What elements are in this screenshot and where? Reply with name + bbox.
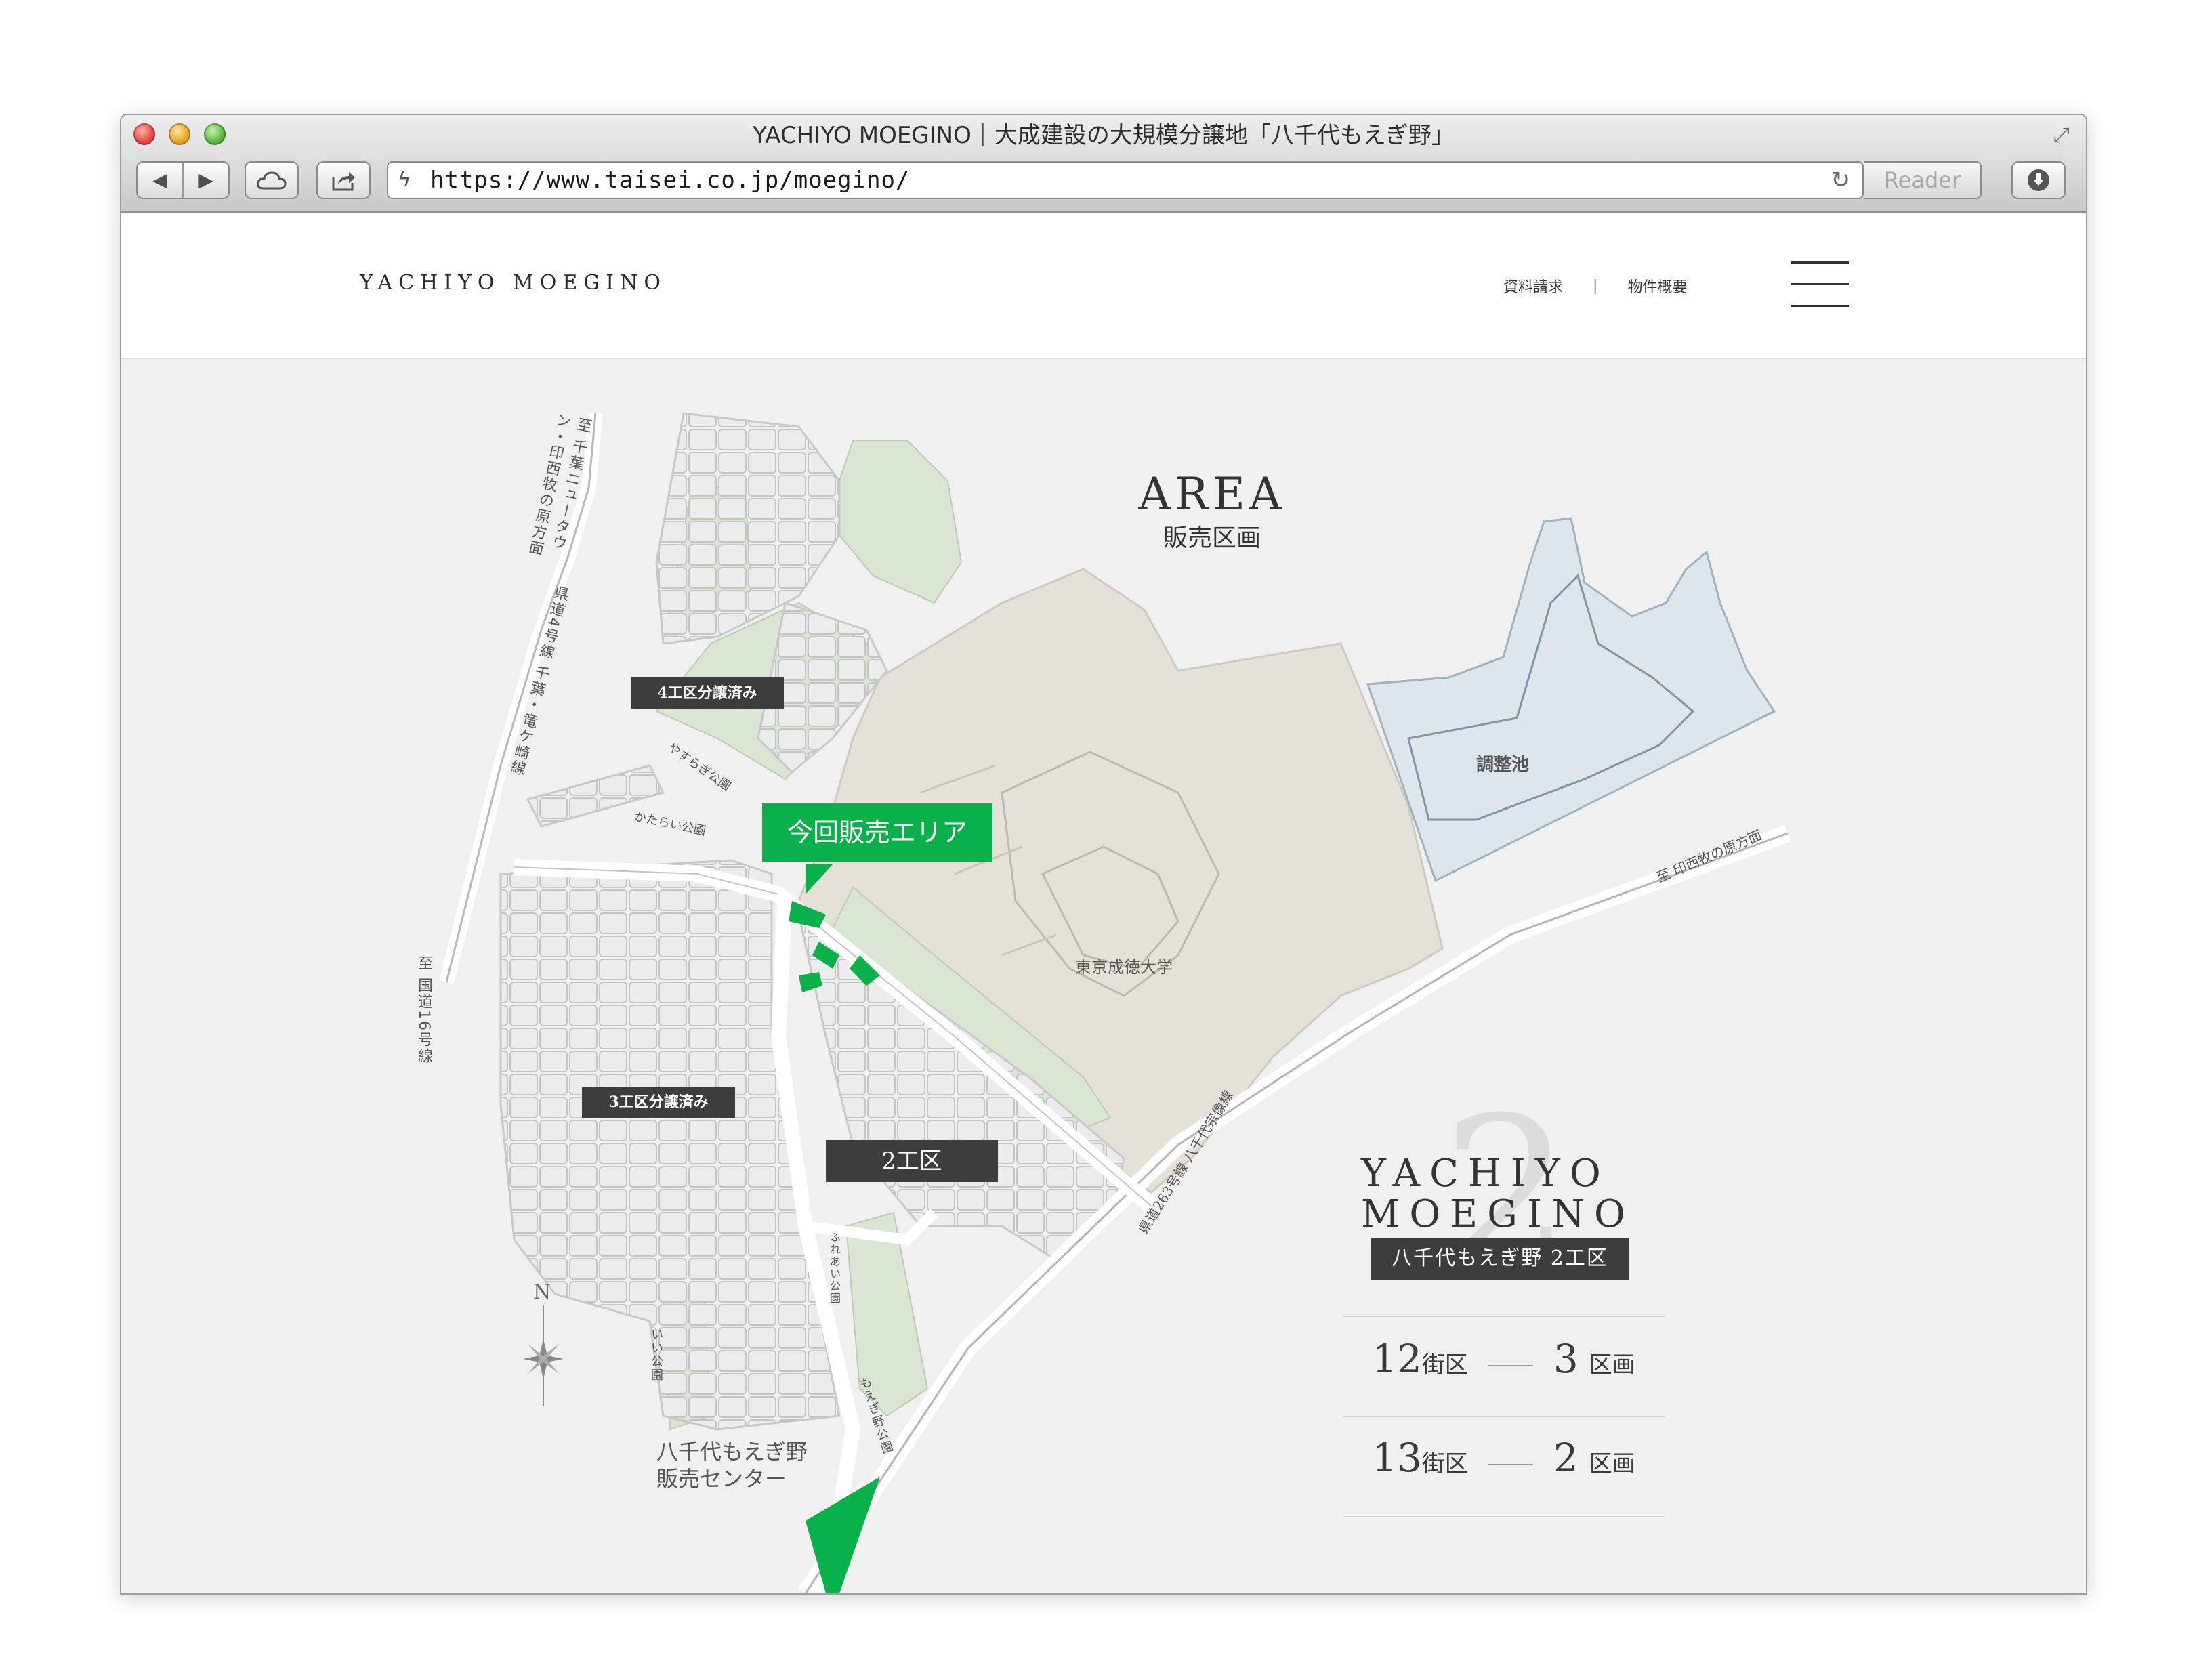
area-heading: AREA 販売区画 [1070, 467, 1354, 555]
nav-request-documents[interactable]: 資料請求 [1503, 275, 1563, 297]
site-logo[interactable]: YACHIYO MOEGINO [360, 271, 667, 295]
reader-button[interactable]: Reader [1864, 161, 1982, 199]
ward2-tag: 八千代もえぎ野 2工区 [1371, 1238, 1629, 1280]
fullscreen-icon[interactable]: ⤢ [2049, 123, 2074, 148]
stats-divider-bottom [1343, 1516, 1665, 1517]
icloud-tabs-button[interactable] [245, 161, 299, 199]
brand-title: YACHIYO MOEGINO [1361, 1154, 1654, 1235]
area-title-ja: 販売区画 [1163, 524, 1261, 552]
park-iii-label: いい公園 [649, 1328, 663, 1382]
stat-row-12: 12街区 3 区画 [1372, 1336, 1663, 1382]
window-title: YACHIYO MOEGINO｜大成建設の大規模分譲地「八千代もえぎ野」 [753, 122, 1455, 149]
route-national16-label: 至 国道16号線 [415, 955, 432, 1064]
url-text[interactable]: https://www.taisei.co.jp/moegino/ [430, 167, 911, 194]
cloud-icon [257, 171, 287, 190]
stat-block-number: 13 [1372, 1435, 1422, 1481]
share-button[interactable] [316, 161, 371, 199]
downloads-button[interactable] [2011, 161, 2066, 199]
ward4-label: 4工区分譲済み [631, 677, 784, 709]
ward3-label: 3工区分譲済み [582, 1087, 735, 1118]
stat-block-number: 12 [1372, 1336, 1422, 1382]
stat-block-unit: 街区 [1421, 1450, 1468, 1477]
nav-separator: | [1593, 277, 1598, 295]
sales-center-label-2: 販売センター [656, 1466, 787, 1492]
park-fureai-label: ふれあい公園 [828, 1232, 841, 1305]
reload-icon[interactable]: ↻ [1831, 167, 1851, 194]
area-map-section: AREA 販売区画 4工区分譲済み 3工区分譲済み 2工区 今回販売エリア 東京… [121, 359, 2086, 1593]
share-icon [332, 172, 355, 191]
stats-divider-top [1343, 1316, 1665, 1317]
compass-icon: N [506, 1280, 581, 1406]
brand-line-1: YACHIYO [1361, 1152, 1610, 1196]
stat-row-13: 13街区 2 区画 [1372, 1435, 1663, 1481]
browser-toolbar: YACHIYO MOEGINO｜大成建設の大規模分譲地「八千代もえぎ野」 ⤢ ◀… [121, 115, 2086, 213]
area-title-en: AREA [1138, 468, 1286, 520]
stat-dash [1488, 1364, 1533, 1366]
north-label: N [533, 1280, 551, 1304]
stat-lots-unit: 区画 [1589, 1351, 1635, 1379]
stat-block-unit: 街区 [1421, 1351, 1468, 1379]
header-nav: 資料請求 | 物件概要 [1503, 275, 1687, 297]
stats-divider-middle [1343, 1416, 1665, 1417]
brand-line-2: MOEGINO [1361, 1192, 1635, 1236]
lightning-icon: ϟ [398, 168, 411, 192]
site-header: YACHIYO MOEGINO 資料請求 | 物件概要 [121, 213, 2086, 359]
stat-lots-unit: 区画 [1589, 1450, 1635, 1477]
university-label: 東京成徳大学 [1075, 958, 1173, 977]
download-icon [2028, 169, 2049, 191]
stat-lots-number: 2 [1553, 1435, 1579, 1481]
current-sale-area-label: 今回販売エリア [762, 803, 992, 862]
back-forward-buttons: ◀ ▶ [136, 161, 230, 199]
pond-area [1366, 517, 1776, 883]
hamburger-menu-icon[interactable] [1791, 261, 1849, 308]
address-bar[interactable]: ϟ https://www.taisei.co.jp/moegino/ ↻ [387, 161, 1864, 199]
stat-dash [1488, 1463, 1533, 1465]
nav-property-overview[interactable]: 物件概要 [1627, 275, 1687, 297]
stat-lots-number: 3 [1553, 1336, 1579, 1382]
back-arrow-icon[interactable]: ◀ [138, 163, 184, 198]
pond-label: 調整池 [1476, 755, 1530, 775]
ward2-label: 2工区 [826, 1140, 998, 1182]
residential-lots-north [655, 412, 841, 645]
forward-arrow-icon[interactable]: ▶ [184, 163, 228, 198]
browser-window: YACHIYO MOEGINO｜大成建設の大規模分譲地「八千代もえぎ野」 ⤢ ◀… [120, 114, 2087, 1595]
